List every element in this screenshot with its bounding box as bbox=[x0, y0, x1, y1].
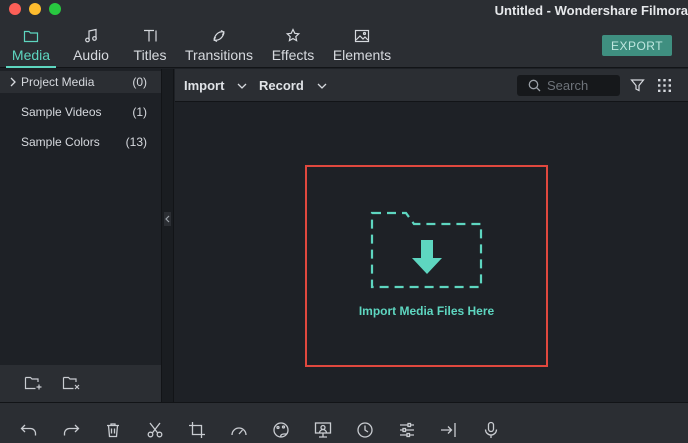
adjust-icon[interactable] bbox=[398, 421, 416, 439]
zoom-window-button[interactable] bbox=[49, 3, 61, 15]
library-item-label: Sample Videos bbox=[21, 105, 102, 119]
tab-audio[interactable]: Audio bbox=[66, 19, 116, 68]
text-icon bbox=[144, 29, 157, 42]
new-folder-icon[interactable] bbox=[24, 375, 44, 391]
window-title: Untitled - Wondershare Filmora bbox=[494, 3, 688, 18]
chevron-down-icon bbox=[237, 83, 247, 89]
split-icon[interactable] bbox=[440, 421, 458, 439]
grid-view-icon[interactable] bbox=[657, 78, 672, 93]
close-window-button[interactable] bbox=[9, 3, 21, 15]
import-folder-icon bbox=[370, 211, 482, 289]
tab-audio-label: Audio bbox=[73, 47, 109, 63]
library-item-label: Sample Colors bbox=[21, 135, 100, 149]
library-panel: Project Media (0) Sample Videos (1) Samp… bbox=[0, 69, 161, 365]
green-screen-icon[interactable] bbox=[314, 421, 332, 439]
tab-elements[interactable]: Elements bbox=[332, 19, 392, 68]
tab-elements-label: Elements bbox=[332, 47, 392, 63]
library-item-sample-videos[interactable]: Sample Videos (1) bbox=[0, 101, 161, 123]
music-note-icon bbox=[85, 28, 97, 43]
image-icon bbox=[354, 29, 370, 43]
import-dropdown[interactable]: Import bbox=[184, 78, 247, 93]
undo-icon[interactable] bbox=[20, 421, 38, 439]
chevron-left-icon bbox=[165, 215, 170, 223]
tab-transitions-label: Transitions bbox=[185, 47, 253, 63]
panel-splitter[interactable] bbox=[161, 69, 174, 402]
record-dropdown[interactable]: Record bbox=[259, 78, 327, 93]
delete-icon[interactable] bbox=[104, 421, 122, 439]
duration-icon[interactable] bbox=[356, 421, 374, 439]
effects-icon bbox=[285, 28, 301, 42]
crop-icon[interactable] bbox=[188, 421, 206, 439]
collapse-panel-button[interactable] bbox=[164, 212, 171, 226]
search-box[interactable] bbox=[517, 75, 620, 96]
main-toolbar: Media Audio Titles Transitions Effects E… bbox=[0, 19, 688, 68]
color-icon[interactable] bbox=[272, 421, 290, 439]
import-drop-zone-label: Import Media Files Here bbox=[358, 304, 495, 318]
tab-effects[interactable]: Effects bbox=[268, 19, 318, 68]
voiceover-icon[interactable] bbox=[482, 421, 500, 439]
library-item-count: (13) bbox=[125, 135, 147, 149]
cut-icon[interactable] bbox=[146, 421, 164, 439]
search-input[interactable] bbox=[547, 78, 617, 93]
media-library-area: Import Media Files Here bbox=[175, 103, 688, 402]
delete-folder-icon[interactable] bbox=[62, 375, 82, 391]
speed-icon[interactable] bbox=[230, 421, 248, 439]
timeline-toolbar bbox=[0, 402, 688, 443]
tab-media[interactable]: Media bbox=[6, 19, 56, 68]
tab-titles-label: Titles bbox=[133, 47, 167, 63]
library-item-sample-colors[interactable]: Sample Colors (13) bbox=[0, 131, 161, 153]
chevron-down-icon bbox=[317, 83, 327, 89]
library-footer bbox=[0, 365, 161, 402]
tab-media-label: Media bbox=[11, 47, 51, 63]
title-bar: Untitled - Wondershare Filmora bbox=[0, 0, 688, 19]
record-label: Record bbox=[259, 78, 304, 93]
import-label: Import bbox=[184, 78, 225, 93]
chevron-right-icon[interactable] bbox=[9, 77, 17, 87]
library-item-label: Project Media bbox=[21, 75, 95, 89]
tab-effects-label: Effects bbox=[271, 47, 315, 63]
library-item-count: (0) bbox=[132, 75, 147, 89]
redo-icon[interactable] bbox=[62, 421, 80, 439]
tab-titles[interactable]: Titles bbox=[130, 19, 170, 68]
filter-icon[interactable] bbox=[630, 78, 645, 93]
search-icon bbox=[528, 79, 541, 92]
library-item-count: (1) bbox=[132, 105, 147, 119]
library-item-project-media[interactable]: Project Media (0) bbox=[0, 71, 161, 93]
export-button[interactable]: EXPORT bbox=[602, 35, 672, 56]
import-drop-zone[interactable]: Import Media Files Here bbox=[305, 165, 548, 367]
minimize-window-button[interactable] bbox=[29, 3, 41, 15]
folder-icon bbox=[23, 30, 39, 43]
transitions-icon bbox=[213, 29, 225, 43]
tab-transitions[interactable]: Transitions bbox=[184, 19, 254, 68]
media-toolbar: Import Record bbox=[175, 69, 688, 102]
